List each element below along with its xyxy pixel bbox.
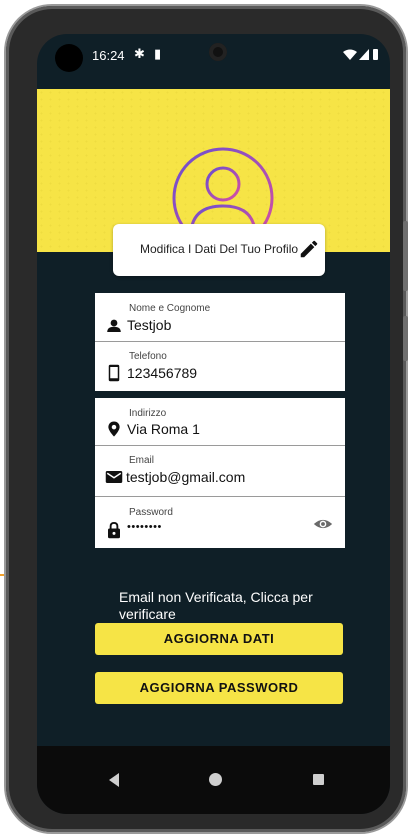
battery-icon [373,49,378,60]
settings-icon: ✱ [134,46,145,61]
sd-card-icon: ▮ [154,46,162,61]
recents-icon[interactable] [313,774,324,785]
person-icon [107,319,121,332]
email-value: testjob@gmail.com [126,469,246,485]
status-time: 16:24 [92,48,125,63]
eye-icon[interactable] [313,516,333,532]
address-field[interactable]: Indirizzo Via Roma 1 [95,398,345,445]
signal-icon [359,49,369,60]
wifi-icon [343,49,357,60]
android-nav-bar [37,746,390,814]
account-form: Indirizzo Via Roma 1 Email testjob@gmail… [95,398,345,548]
front-camera-cutout [55,44,83,72]
password-field[interactable]: Password •••••••• [95,497,345,548]
address-label: Indirizzo [129,408,167,419]
volume-button [403,221,408,291]
password-label: Password [129,507,173,518]
camera-lens-icon [209,43,227,61]
edit-profile-label: Modifica I Dati Del Tuo Profilo [140,242,299,256]
email-verification-link[interactable]: Email non Verificata, Clicca per verific… [119,589,359,623]
status-bar: 16:24 ✱ ▮ [37,34,390,74]
address-value: Via Roma 1 [127,421,200,437]
phone-label: Telefono [129,351,167,362]
home-icon[interactable] [209,773,222,786]
phone-frame: 16:24 ✱ ▮ Modifica I Dati Del Tuo Profil… [6,6,408,832]
edit-profile-card[interactable]: Modifica I Dati Del Tuo Profilo [113,224,325,276]
location-pin-icon [108,421,120,437]
app-screen: 16:24 ✱ ▮ Modifica I Dati Del Tuo Profil… [37,34,390,814]
password-value: •••••••• [127,521,162,533]
contact-form: Nome e Cognome Testjob Telefono 12345678… [95,293,345,391]
smartphone-icon [108,364,120,382]
pencil-icon[interactable] [298,238,320,260]
name-value: Testjob [127,317,172,333]
power-button [403,316,408,361]
back-icon[interactable] [109,773,119,787]
lock-icon [108,521,120,539]
email-label: Email [129,455,155,466]
name-label: Nome e Cognome [129,303,211,314]
update-password-button[interactable]: AGGIORNA PASSWORD [95,672,343,704]
name-field[interactable]: Nome e Cognome Testjob [95,293,345,341]
phone-field[interactable]: Telefono 123456789 [95,342,345,391]
phone-value: 123456789 [127,365,198,381]
update-data-button[interactable]: AGGIORNA DATI [95,623,343,655]
mail-icon [105,471,123,483]
email-field[interactable]: Email testjob@gmail.com [95,446,345,496]
